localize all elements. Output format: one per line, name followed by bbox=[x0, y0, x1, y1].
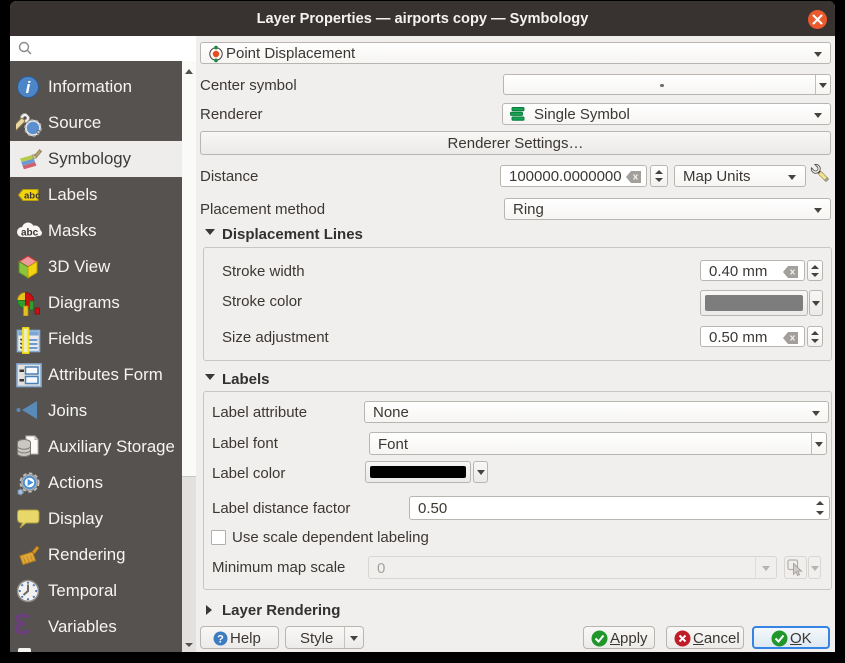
svg-text:abc: abc bbox=[21, 228, 39, 239]
svg-text:ε: ε bbox=[13, 612, 31, 640]
svg-text:abc: abc bbox=[24, 191, 40, 202]
svg-text:?: ? bbox=[217, 633, 224, 645]
